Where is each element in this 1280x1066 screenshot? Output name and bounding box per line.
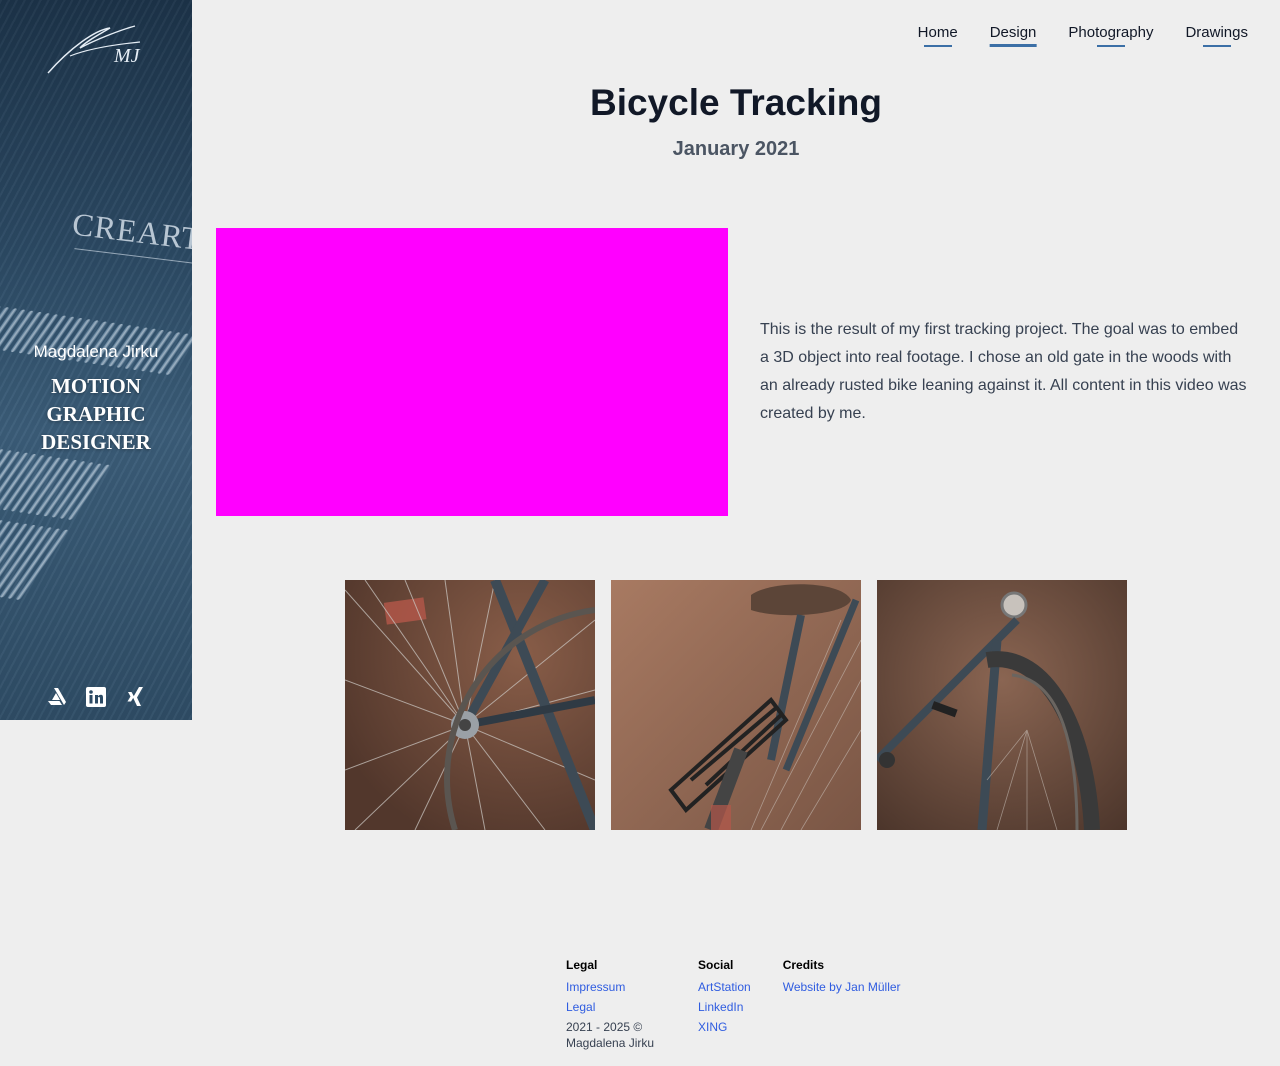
xing-icon[interactable] <box>126 686 146 708</box>
footer-credits: Credits Website by Jan Müller <box>783 958 901 1051</box>
project-description: This is the result of my first tracking … <box>760 321 1247 422</box>
brand-mark: CREARTI <box>70 205 192 259</box>
footer-legal-heading: Legal <box>566 958 598 972</box>
gallery-image-rear-wheel[interactable] <box>345 580 595 830</box>
impressum-link[interactable]: Impressum <box>566 977 666 997</box>
person-name: Magdalena Jirku <box>33 342 159 361</box>
nav-design[interactable]: Design <box>990 24 1037 47</box>
copyright: 2021 - 2025 © Magdalena Jirku <box>566 1020 655 1050</box>
nav-drawings[interactable]: Drawings <box>1185 24 1248 47</box>
footer-social: Social ArtStation LinkedIn XING <box>698 958 751 1051</box>
nav-home[interactable]: Home <box>918 24 958 47</box>
credits-link[interactable]: Website by Jan Müller <box>783 977 901 997</box>
signature-logo[interactable]: MJ <box>40 18 150 78</box>
video-player[interactable] <box>216 228 728 516</box>
project-date: January 2021 <box>672 138 800 160</box>
main-nav: Home Design Photography Drawings <box>918 24 1248 47</box>
legal-link[interactable]: Legal <box>566 997 666 1017</box>
linkedin-icon[interactable] <box>86 686 106 708</box>
footer-credits-heading: Credits <box>782 958 825 972</box>
sidebar: MJ CREARTI Magdalena Jirku MOTION GRAPHI… <box>0 0 192 720</box>
page-title: Bicycle Tracking <box>589 82 883 123</box>
social-links <box>0 686 192 708</box>
footer-social-heading: Social <box>698 958 734 972</box>
nav-photography[interactable]: Photography <box>1068 24 1153 47</box>
footer: Legal Impressum Legal 2021 - 2025 © Magd… <box>566 958 901 1051</box>
xing-link[interactable]: XING <box>698 1017 751 1037</box>
gallery-image-saddle-rack[interactable] <box>611 580 861 830</box>
artstation-icon[interactable] <box>46 686 66 708</box>
gallery-image-front-fender[interactable] <box>877 580 1127 830</box>
linkedin-link[interactable]: LinkedIn <box>698 997 751 1017</box>
svg-text:MJ: MJ <box>113 45 141 67</box>
footer-legal: Legal Impressum Legal 2021 - 2025 © Magd… <box>566 958 666 1051</box>
artstation-link[interactable]: ArtStation <box>698 977 751 997</box>
role-title: MOTION GRAPHIC DESIGNER <box>41 374 151 454</box>
image-gallery <box>345 580 1127 830</box>
